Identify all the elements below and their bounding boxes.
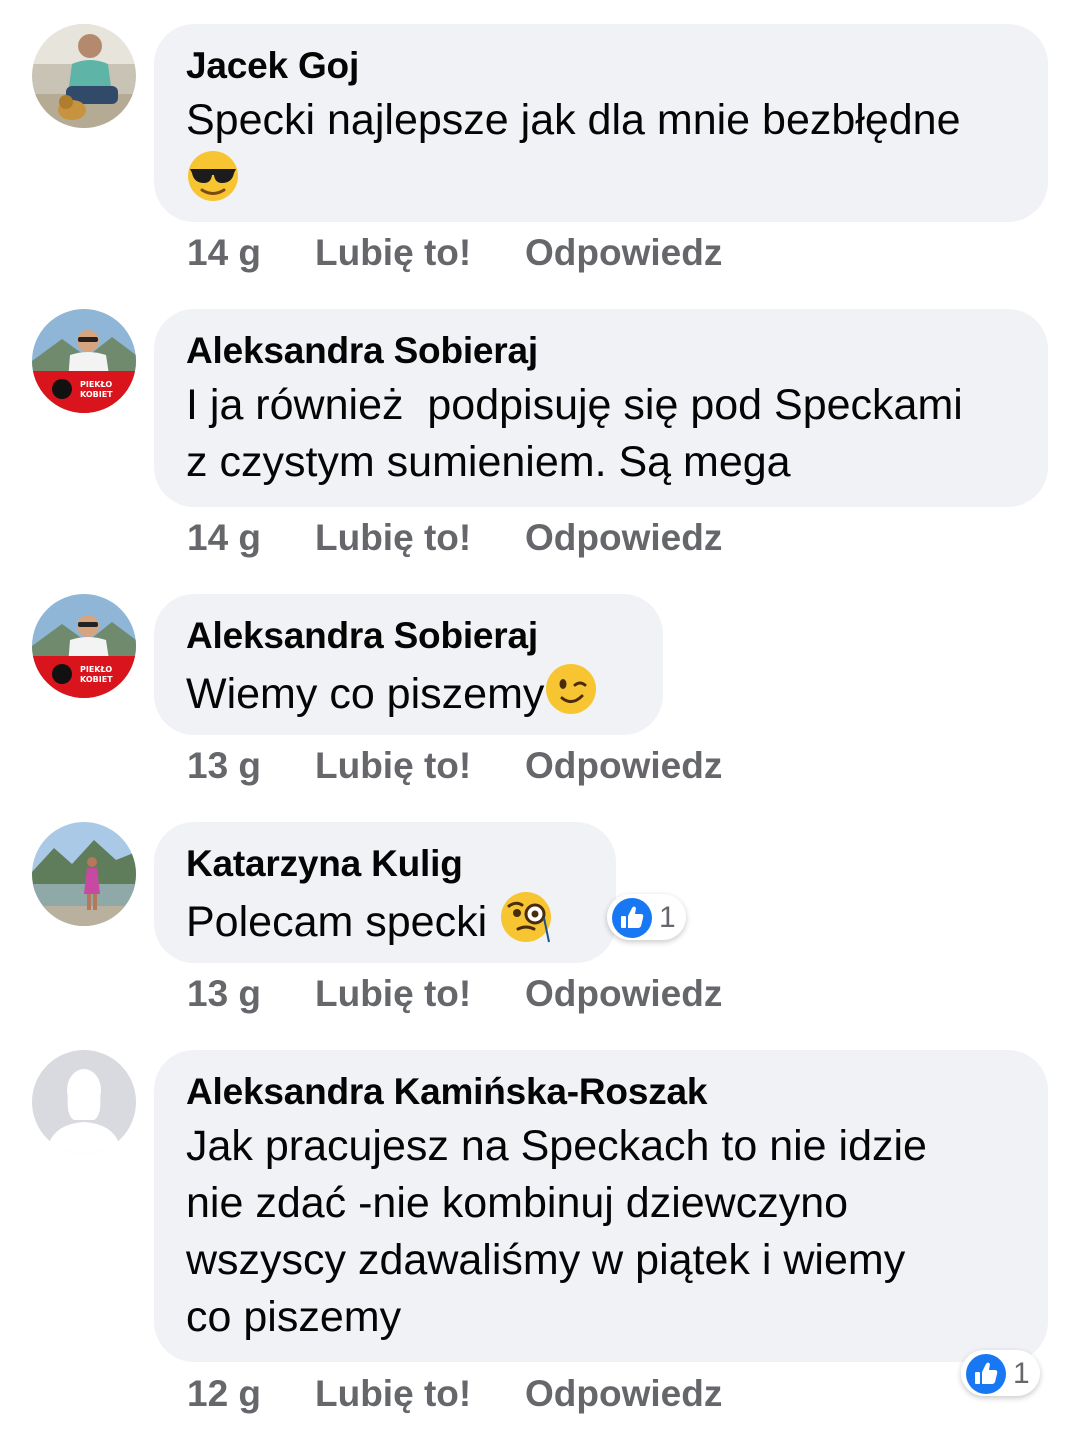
comment-bubble: Aleksandra Sobieraj Wiemy co piszemy: [154, 594, 663, 735]
avatar-badge-text: PIEKŁO: [80, 380, 112, 389]
avatar[interactable]: [32, 1050, 136, 1154]
like-button[interactable]: Lubię to!: [315, 744, 471, 788]
comment-text-line: Polecam specki: [186, 898, 500, 946]
reaction-badge[interactable]: 1: [607, 894, 686, 940]
comment-text: Specki najlepsze jak dla mnie bezbłędne: [186, 92, 1016, 210]
avatar-photo: [32, 24, 136, 128]
comment-time[interactable]: 14 g: [187, 231, 261, 275]
comment-text-line: wszyscy zdawaliśmy w piątek i wiemy: [186, 1236, 906, 1284]
like-button[interactable]: Lubię to!: [315, 231, 471, 275]
winking-face-emoji: [546, 664, 597, 714]
thumbs-up-icon: [612, 898, 652, 938]
comment-bubble: Aleksandra Kamińska-Roszak Jak pracujesz…: [154, 1050, 1048, 1362]
comment-time[interactable]: 12 g: [187, 1372, 261, 1416]
comment-author[interactable]: Aleksandra Sobieraj: [186, 327, 1016, 375]
avatar[interactable]: [32, 24, 136, 128]
reply-button[interactable]: Odpowiedz: [525, 1372, 722, 1416]
comment-bubble: Aleksandra Sobieraj I ja również podpisu…: [154, 309, 1048, 507]
comment-bubble: Jacek Goj Specki najlepsze jak dla mnie …: [154, 24, 1048, 222]
comment-text: I ja również podpisuję się pod Speckami …: [186, 377, 1016, 491]
reply-button[interactable]: Odpowiedz: [525, 516, 722, 560]
sunglasses-emoji: [188, 151, 238, 201]
like-button[interactable]: Lubię to!: [315, 516, 471, 560]
default-avatar-icon: [32, 1050, 136, 1154]
comment-text-line: co piszemy: [186, 1293, 402, 1341]
comment-time[interactable]: 14 g: [187, 516, 261, 560]
avatar[interactable]: PIEKŁO KOBIET: [32, 309, 136, 413]
comment-text-line: Jak pracujesz na Speckach to nie idzie: [186, 1122, 927, 1170]
comment-author[interactable]: Aleksandra Sobieraj: [186, 612, 631, 660]
like-button[interactable]: Lubię to!: [315, 972, 471, 1016]
comment-author[interactable]: Aleksandra Kamińska-Roszak: [186, 1068, 1016, 1116]
comment-text: Polecam specki: [186, 890, 584, 951]
reaction-count: 1: [659, 901, 676, 934]
avatar-badge-text: KOBIET: [80, 675, 113, 684]
thumbs-up-icon: [966, 1354, 1006, 1394]
avatar[interactable]: PIEKŁO KOBIET: [32, 594, 136, 698]
comment-time[interactable]: 13 g: [187, 744, 261, 788]
avatar-photo: PIEKŁO KOBIET: [32, 309, 136, 413]
comment-bubble: Katarzyna Kulig Polecam specki: [154, 822, 616, 963]
face-with-monocle-emoji: [501, 892, 552, 943]
comment-author[interactable]: Jacek Goj: [186, 42, 1016, 90]
comment-text-line: nie zdać -nie kombinuj dziewczyno: [186, 1179, 849, 1227]
comment-text: Wiemy co piszemy: [186, 662, 631, 723]
reply-button[interactable]: Odpowiedz: [525, 972, 722, 1016]
reaction-count: 1: [1013, 1357, 1030, 1390]
comment-author[interactable]: Katarzyna Kulig: [186, 840, 584, 888]
comment-text-line: I ja również podpisuję się pod Speckami: [186, 381, 963, 429]
reaction-badge[interactable]: 1: [961, 1350, 1040, 1396]
comment-text-line: Specki najlepsze jak dla mnie bezbłędne: [186, 96, 961, 144]
avatar[interactable]: [32, 822, 136, 926]
comment-time[interactable]: 13 g: [187, 972, 261, 1016]
comment-text: Jak pracujesz na Speckach to nie idzie n…: [186, 1118, 1016, 1346]
comment-text-line: z czystym sumieniem. Są mega: [186, 438, 791, 486]
comment-text-line: [186, 149, 1016, 210]
comment-text-line: Wiemy co piszemy: [186, 670, 545, 718]
avatar-badge-text: PIEKŁO: [80, 665, 112, 674]
avatar-badge-text: KOBIET: [80, 390, 113, 399]
reply-button[interactable]: Odpowiedz: [525, 744, 722, 788]
avatar-photo: [32, 822, 136, 926]
like-button[interactable]: Lubię to!: [315, 1372, 471, 1416]
reply-button[interactable]: Odpowiedz: [525, 231, 722, 275]
avatar-photo: PIEKŁO KOBIET: [32, 594, 136, 698]
